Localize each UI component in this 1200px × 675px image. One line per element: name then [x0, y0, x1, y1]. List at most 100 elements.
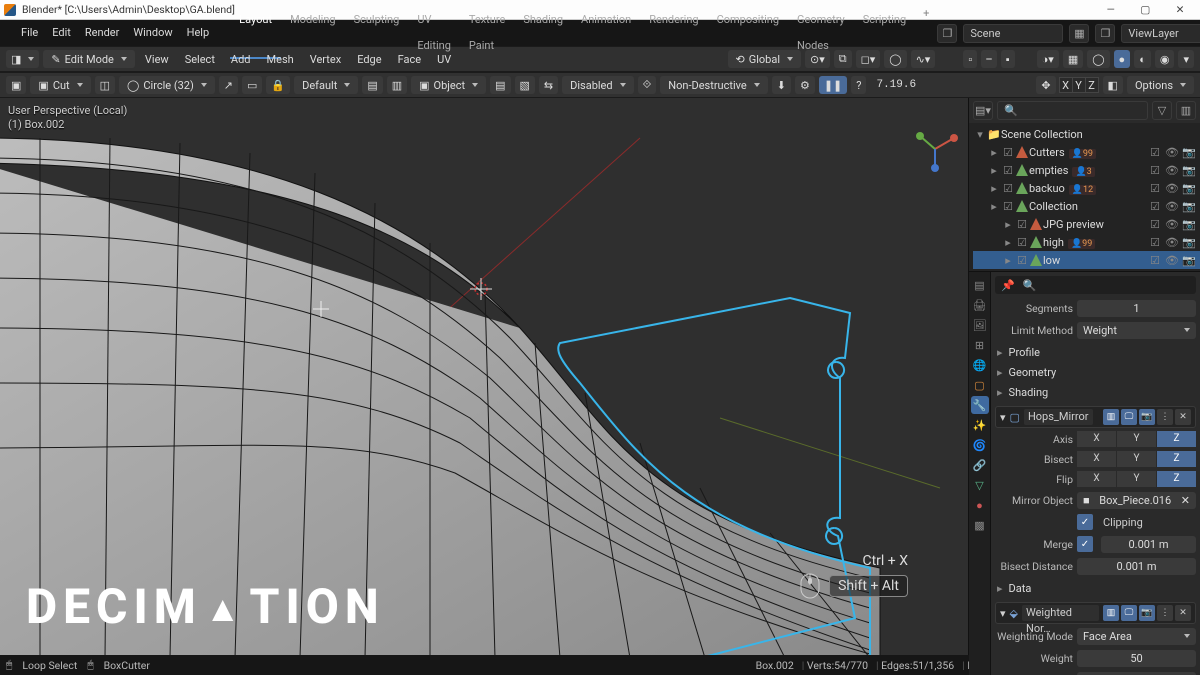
tab-viewlayer[interactable]: 🖼 [971, 316, 989, 334]
axis-z[interactable]: Z [1157, 451, 1196, 467]
header-mesh[interactable]: Mesh [261, 53, 300, 66]
wn-toggle-render[interactable]: 📷 [1139, 605, 1155, 621]
outliner-new-collection[interactable]: ▥ [1176, 101, 1196, 120]
tool-icon-c[interactable]: ▤ [362, 76, 382, 94]
properties-pin-search[interactable]: 📌 🔍 [995, 276, 1196, 294]
tool-icon-b[interactable]: ▭ [242, 76, 262, 94]
modifier-weighted-name[interactable]: Weighted Nor… [1022, 605, 1099, 621]
outliner-filter[interactable]: ▽ [1152, 101, 1172, 120]
axis-x[interactable]: X [1077, 471, 1117, 487]
viewlayer-browse-icon[interactable]: ❐ [1095, 24, 1115, 43]
tab-mesh[interactable]: ▽ [971, 476, 989, 494]
options-dropdown[interactable]: Options [1127, 76, 1194, 94]
axis-z[interactable]: Z [1157, 431, 1196, 447]
shading-rendered[interactable]: ◉ [1155, 50, 1175, 68]
tab-material[interactable]: ● [971, 496, 989, 514]
mesh-select-vertex[interactable]: ▫ [963, 50, 977, 68]
mesh-select-face[interactable]: ▪ [1001, 50, 1015, 68]
toggle-overlays[interactable]: ◑▾ [1037, 50, 1059, 68]
editor-type-dropdown[interactable]: ◨ [6, 50, 39, 68]
tab-render[interactable]: ▤ [971, 276, 989, 294]
menu-file[interactable]: File [14, 20, 45, 46]
snap-settings[interactable]: ◻▾ [856, 50, 881, 68]
tab-scene[interactable]: ⊞ [971, 336, 989, 354]
mod-toggle-render[interactable]: 📷 [1139, 409, 1155, 425]
tab-texture[interactable]: ▩ [971, 516, 989, 534]
tab-output[interactable]: 🖨 [971, 296, 989, 314]
clipping-check[interactable]: ✓ [1077, 514, 1093, 530]
mod-delete[interactable]: ✕ [1175, 409, 1191, 425]
tool-icon-f[interactable]: ▧ [515, 76, 535, 94]
weighting-mode-dropdown[interactable]: Face Area [1077, 628, 1196, 645]
outliner-search[interactable]: 🔍 [997, 101, 1148, 120]
falloff-shape[interactable]: ◯ Circle (32) [119, 76, 215, 94]
workspace-uv-editing[interactable]: UV Editing [408, 7, 460, 59]
tool-icon-i[interactable]: ◧ [1103, 76, 1123, 94]
header-view[interactable]: View [139, 53, 175, 66]
gear-icon[interactable]: ⚙ [795, 76, 815, 94]
mod-toggle-viewport[interactable]: 🖵 [1121, 409, 1137, 425]
tab-modifier[interactable]: 🔧 [971, 396, 989, 414]
header-edge[interactable]: Edge [351, 53, 387, 66]
merge-check[interactable]: ✓ [1077, 536, 1093, 552]
tool-icon-e[interactable]: ▤ [490, 76, 510, 94]
help-icon[interactable]: ? [851, 76, 866, 94]
snap-toggle[interactable]: ⧉ [834, 50, 852, 68]
menu-help[interactable]: Help [180, 20, 217, 46]
destination-dropdown[interactable]: ▣ Object [411, 76, 486, 94]
boolean-method[interactable]: Non-Destructive [660, 76, 767, 94]
header-uv[interactable]: UV [431, 53, 457, 66]
workspace-shading[interactable]: Shading [514, 7, 572, 59]
workspace-rendering[interactable]: Rendering [640, 7, 707, 59]
fold-geometry[interactable]: Geometry [995, 362, 1196, 382]
workspace-animation[interactable]: Animation [572, 7, 640, 59]
shading-matprev[interactable]: ◐ [1134, 50, 1151, 68]
axis-xyz[interactable]: XYZ [1060, 77, 1099, 93]
outliner-item[interactable]: ▸☑ JPG preview ☑👁📷 [973, 215, 1200, 233]
modifier-mirror-header[interactable]: ▾▢ Hops_Mirror ▥ 🖵 📷 ⋮ ✕ [995, 406, 1196, 428]
window-minimize-button[interactable]: — [1095, 1, 1127, 19]
mode-dropdown[interactable]: ✎ Edit Mode [43, 50, 135, 68]
sort-dropdown[interactable]: Disabled [562, 76, 633, 94]
3d-viewport[interactable]: User Perspective (Local) (1) Box.002 Ctr… [0, 98, 968, 655]
workspace-texture-paint[interactable]: Texture Paint [460, 7, 514, 59]
tab-physics[interactable]: 🌀 [971, 436, 989, 454]
mirror-object-field[interactable]: ■ Box_Piece.016✕ [1077, 492, 1196, 509]
outliner-item[interactable]: ▸☑ empties👤3 ☑👁📷 [973, 161, 1200, 179]
scene-name-field[interactable]: Scene [963, 24, 1063, 43]
proportional-falloff[interactable]: ∿▾ [911, 50, 936, 68]
menu-edit[interactable]: Edit [45, 20, 78, 46]
outliner-item[interactable]: ▸☑ backuo👤12 ☑👁📷 [973, 179, 1200, 197]
tool-icon-h[interactable]: ⟐ [638, 76, 657, 94]
workspace-layout[interactable]: Layout [230, 7, 281, 59]
axis-x[interactable]: X [1077, 451, 1117, 467]
tab-world[interactable]: 🌐 [971, 356, 989, 374]
header-select[interactable]: Select [179, 53, 221, 66]
outliner-item[interactable]: ▸☑ Cutters👤99 ☑👁📷 [973, 143, 1200, 161]
fold-shading[interactable]: Shading [995, 382, 1196, 402]
wn-delete[interactable]: ✕ [1175, 605, 1191, 621]
tool-icon-a[interactable]: ↗ [219, 76, 238, 94]
axis-y[interactable]: Y [1117, 431, 1157, 447]
axis-x[interactable]: X [1077, 431, 1117, 447]
header-vertex[interactable]: Vertex [304, 53, 348, 66]
navigation-gizmo[interactable] [912, 126, 958, 172]
tab-particles[interactable]: ✨ [971, 416, 989, 434]
fold-data[interactable]: Data [995, 578, 1196, 598]
axis-y[interactable]: Y [1117, 471, 1157, 487]
shading-solid[interactable]: ● [1114, 50, 1131, 68]
menu-window[interactable]: Window [126, 20, 179, 46]
boxcutter-icon[interactable]: ▣ [6, 76, 26, 94]
outliner-item[interactable]: ▸☑ Collection ☑👁📷 [973, 197, 1200, 215]
mod-extra-menu[interactable]: ⋮ [1157, 409, 1173, 425]
tab-constraints[interactable]: 🔗 [971, 456, 989, 474]
outliner-item[interactable]: ▸☑ high👤99 ☑👁📷 [973, 233, 1200, 251]
header-face[interactable]: Face [392, 53, 427, 66]
orientation-dropdown[interactable]: ⟲ Global [728, 50, 802, 68]
merge-dist-field[interactable]: 0.001 m [1101, 536, 1196, 553]
wn-toggle-editmode[interactable]: ▥ [1103, 605, 1119, 621]
boxcutter-mode[interactable]: ▣ Cut [30, 76, 90, 94]
workspace-modeling[interactable]: Modeling [281, 7, 345, 59]
tool-icon-d[interactable]: ▥ [387, 76, 407, 94]
tool-lock-icon[interactable]: 🔒 [266, 76, 290, 94]
